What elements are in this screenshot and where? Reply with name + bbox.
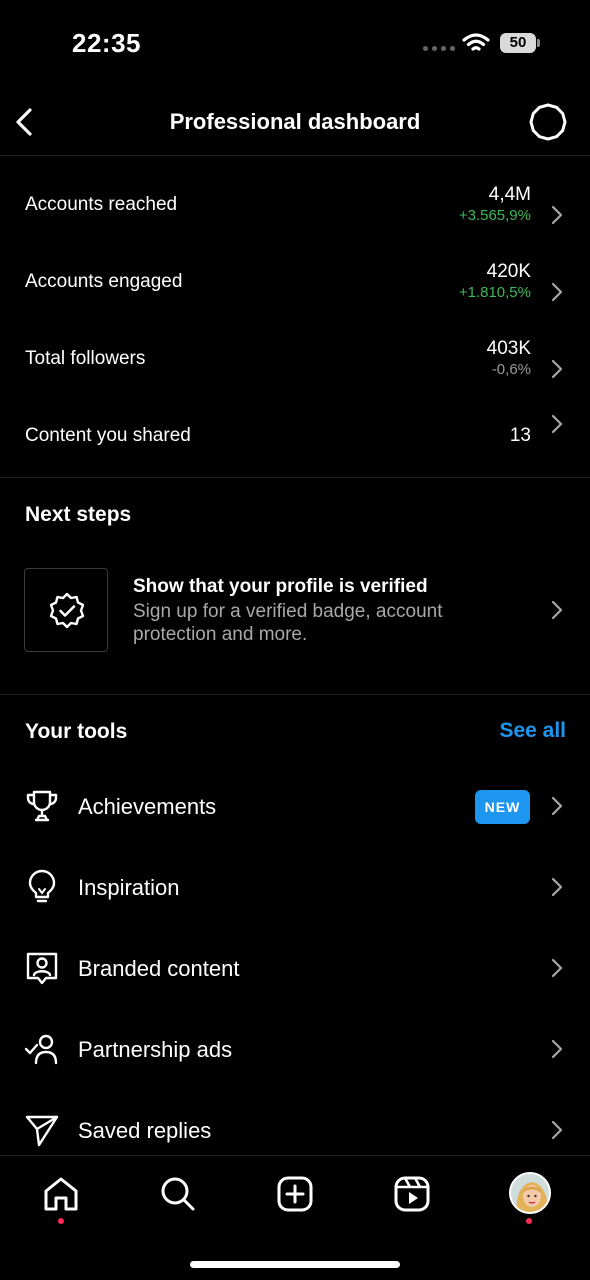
chevron-right-icon <box>551 796 563 816</box>
notification-dot <box>58 1218 64 1224</box>
metric-change: +3.565,9% <box>458 207 531 224</box>
metric-row-total-followers[interactable]: Total followers 403K -0,6% <box>0 320 590 396</box>
tool-partnership-ads[interactable]: Partnership ads <box>0 1009 590 1090</box>
notification-dot <box>526 1218 532 1224</box>
settings-icon[interactable] <box>528 102 568 142</box>
profile-avatar[interactable] <box>509 1172 551 1214</box>
search-icon[interactable] <box>158 1174 198 1214</box>
chevron-right-icon <box>551 958 563 978</box>
lightbulb-icon <box>28 869 56 903</box>
tool-label: Branded content <box>78 956 240 981</box>
chevron-right-icon <box>551 414 563 434</box>
avatar-illustration <box>511 1174 549 1212</box>
metric-label: Content you shared <box>25 425 191 446</box>
tool-inspiration[interactable]: Inspiration <box>0 847 590 928</box>
metric-change: -0,6% <box>491 361 531 378</box>
chevron-right-icon <box>551 282 563 302</box>
metric-row-accounts-reached[interactable]: Accounts reached 4,4M +3.565,9% <box>0 166 590 242</box>
tool-label: Partnership ads <box>78 1037 233 1062</box>
tool-label: Saved replies <box>78 1118 212 1143</box>
chevron-right-icon <box>551 600 563 620</box>
metric-label: Accounts engaged <box>25 271 183 292</box>
chevron-right-icon <box>551 205 563 225</box>
chevron-right-icon <box>551 877 563 897</box>
metrics-list: Accounts reached 4,4M +3.565,9% Accounts… <box>0 156 590 478</box>
new-badge: NEW <box>475 790 530 824</box>
create-icon[interactable] <box>275 1174 315 1214</box>
chevron-right-icon <box>551 1039 563 1059</box>
status-time: 22:35 <box>72 28 141 58</box>
verify-profile-card[interactable]: Show that your profile is verified Sign … <box>0 560 590 660</box>
bottom-nav <box>0 1155 590 1280</box>
reels-icon[interactable] <box>392 1174 432 1214</box>
metric-value: 420K <box>486 261 531 282</box>
metric-value: 4,4M <box>488 184 531 205</box>
cellular-signal-icon <box>423 46 455 51</box>
tool-achievements[interactable]: Achievements NEW <box>0 766 590 847</box>
status-bar: 22:35 50 <box>0 0 590 90</box>
branded-content-icon <box>26 952 58 985</box>
tool-label: Inspiration <box>78 875 180 900</box>
metric-label: Total followers <box>25 348 146 369</box>
page-title: Professional dashboard <box>169 109 421 134</box>
metric-label: Accounts reached <box>25 194 178 215</box>
metric-change: +1.810,5% <box>458 284 531 301</box>
metric-row-accounts-engaged[interactable]: Accounts engaged 420K +1.810,5% <box>0 243 590 319</box>
send-icon <box>25 1115 59 1147</box>
partnership-icon <box>24 1034 58 1065</box>
tool-branded-content[interactable]: Branded content <box>0 928 590 1009</box>
section-divider <box>0 694 590 695</box>
verify-card-description: Sign up for a verified badge, account pr… <box>133 601 443 645</box>
metric-row-content-shared[interactable]: Content you shared 13 <box>0 397 590 473</box>
your-tools-heading: Your tools <box>25 720 128 743</box>
header: Professional dashboard <box>0 90 590 156</box>
see-all-link[interactable]: See all <box>499 719 566 743</box>
home-indicator <box>190 1261 400 1268</box>
metric-value: 403K <box>486 338 531 359</box>
battery-level: 50 <box>500 33 536 53</box>
tool-label: Achievements <box>78 794 217 819</box>
chevron-right-icon <box>551 359 563 379</box>
home-icon[interactable] <box>41 1174 81 1214</box>
wifi-icon <box>462 33 490 51</box>
chevron-right-icon <box>551 1120 563 1140</box>
metric-value: 13 <box>509 425 531 446</box>
verify-card-title: Show that your profile is verified <box>133 576 428 597</box>
next-steps-heading: Next steps <box>25 503 132 526</box>
verified-badge-icon <box>49 592 85 629</box>
verify-icon-box <box>24 568 108 652</box>
battery-indicator: 50 <box>500 33 540 53</box>
trophy-icon <box>26 790 58 822</box>
